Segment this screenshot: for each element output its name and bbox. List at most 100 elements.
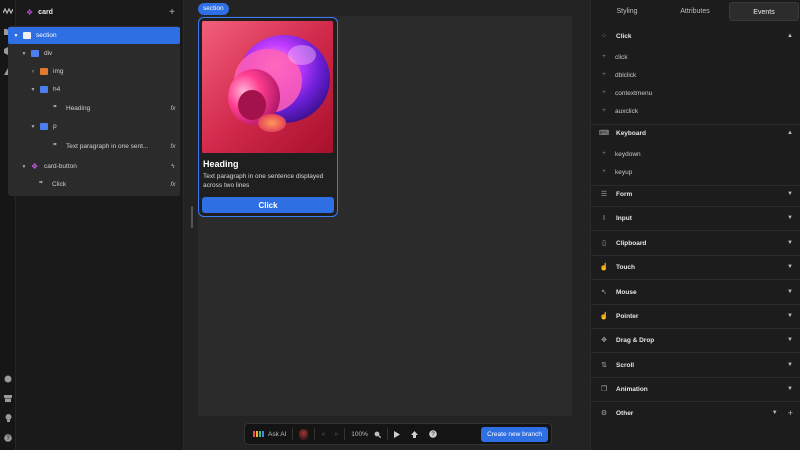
divider [292, 428, 294, 440]
add-layer-icon[interactable]: + [169, 7, 175, 18]
layer-label: card-button [44, 163, 77, 170]
layer-row-paragraph-text[interactable]: " Text paragraph in one sent... fx [8, 138, 180, 155]
section-header-mouse[interactable]: ↖ Mouse ▼ [591, 280, 800, 304]
events-section-input: I Input ▼ [591, 206, 800, 231]
chevron-down-icon[interactable]: ▼ [787, 362, 793, 368]
section-header-form[interactable]: ☰ Form ▼ [591, 182, 800, 206]
section-header-animation[interactable]: ❐ Animation ▼ [591, 377, 800, 401]
card-button[interactable]: Click [202, 197, 334, 213]
layer-row-h4[interactable]: ▼ h4 [8, 81, 180, 98]
text-cursor-icon: I [603, 214, 605, 222]
event-icon: + [602, 108, 606, 114]
store-icon[interactable] [3, 393, 13, 403]
help-icon[interactable]: ? [3, 433, 13, 443]
redo-icon[interactable]: » [334, 431, 338, 438]
caret-down-icon[interactable]: ▼ [20, 164, 28, 170]
section-header-scroll[interactable]: ⇅ Scroll ▼ [591, 353, 800, 377]
event-label: dblclick [615, 71, 637, 79]
section-header-other[interactable]: ⚙ Other ▼ + [591, 401, 800, 425]
bulb-icon[interactable] [3, 413, 13, 423]
section-title: Mouse [616, 288, 637, 296]
section-header-input[interactable]: I Input ▼ [591, 206, 800, 230]
tab-events[interactable]: Events [729, 2, 799, 21]
paragraph-tag-icon [40, 123, 48, 130]
caret-down-icon[interactable]: ▼ [20, 51, 28, 57]
layer-label: div [44, 50, 53, 57]
lightning-icon[interactable]: ϟ [166, 163, 180, 170]
event-item[interactable]: + auxclick [591, 102, 800, 120]
section-header-clipboard[interactable]: ▯ Clipboard ▼ [591, 231, 800, 255]
section-title: Scroll [616, 361, 635, 369]
layer-row-section[interactable]: ▼ section [8, 27, 180, 44]
events-section-scroll: ⇅ Scroll ▼ [591, 353, 800, 378]
caret-down-icon[interactable]: ▼ [29, 87, 37, 93]
event-item[interactable]: + contextmenu [591, 84, 800, 102]
caret-down-icon[interactable]: ▼ [29, 124, 37, 130]
section-title: Animation [616, 385, 648, 393]
section-header-drag-drop[interactable]: ✥ Drag & Drop ▼ [591, 328, 800, 352]
function-icon[interactable]: fx [166, 181, 180, 188]
tab-styling[interactable]: Styling [593, 2, 661, 21]
panel-resize-handle[interactable] [191, 206, 193, 228]
hand-icon: ☝ [599, 264, 609, 271]
play-icon[interactable] [393, 430, 400, 438]
text-quote-icon: " [39, 180, 43, 189]
function-icon[interactable]: fx [166, 105, 180, 112]
event-label: contextmenu [615, 89, 653, 97]
tab-attributes[interactable]: Attributes [661, 2, 729, 21]
layer-row-div[interactable]: ▼ div [8, 45, 180, 62]
component-title: card [38, 8, 53, 16]
event-item[interactable]: + keyup [591, 163, 800, 181]
events-section-touch: ☝ Touch ▼ [591, 255, 800, 280]
chevron-down-icon[interactable]: ▼ [787, 191, 793, 197]
layer-row-heading-text[interactable]: " Heading fx [8, 100, 180, 117]
card-heading[interactable]: Heading [203, 159, 239, 169]
event-label: auxclick [615, 107, 639, 115]
section-header-click[interactable]: ⁘ Click ▲ [591, 24, 800, 48]
card-paragraph[interactable]: Text paragraph in one sentence displayed… [203, 172, 331, 190]
add-event-icon[interactable]: + [788, 408, 793, 418]
event-icon: + [602, 90, 606, 96]
section-header-touch[interactable]: ☝ Touch ▼ [591, 255, 800, 279]
caret-down-icon[interactable]: ▼ [29, 69, 37, 75]
chevron-up-icon[interactable]: ▲ [787, 130, 793, 136]
events-section-mouse: ↖ Mouse ▼ [591, 280, 800, 305]
event-item[interactable]: + click [591, 48, 800, 66]
chevron-down-icon[interactable]: ▼ [787, 386, 793, 392]
logo-icon[interactable] [3, 6, 13, 16]
card-section[interactable]: Heading Text paragraph in one sentence d… [198, 17, 338, 217]
chevron-down-icon[interactable]: ▼ [787, 337, 793, 343]
layer-row-img[interactable]: ▼ img [8, 63, 180, 80]
upload-icon[interactable] [410, 430, 418, 438]
event-item[interactable]: + keydown [591, 145, 800, 163]
layer-row-p[interactable]: ▼ p [8, 118, 180, 135]
create-branch-button[interactable]: Create new branch [481, 426, 548, 442]
layer-row-card-button[interactable]: ▼ ❖ card-button ϟ [8, 158, 180, 175]
chevron-down-icon[interactable]: ▼ [787, 289, 793, 295]
section-header-pointer[interactable]: ☝ Pointer ▼ [591, 304, 800, 328]
layer-label: Text paragraph in one sent... [66, 143, 149, 150]
chevron-down-icon[interactable]: ▼ [787, 240, 793, 246]
layer-row-click-text[interactable]: " Click fx [8, 176, 180, 193]
event-item[interactable]: + dblclick [591, 66, 800, 84]
avatar[interactable] [299, 428, 309, 440]
caret-down-icon[interactable]: ▼ [12, 33, 20, 39]
palette-icon[interactable] [3, 374, 13, 384]
info-icon[interactable]: ? [429, 430, 437, 438]
chevron-down-icon[interactable]: ▼ [787, 313, 793, 319]
layer-label: Heading [66, 105, 91, 112]
events-section-clipboard: ▯ Clipboard ▼ [591, 231, 800, 256]
zoom-level[interactable]: 100% [351, 431, 368, 438]
function-icon[interactable]: fx [166, 143, 180, 150]
chevron-down-icon[interactable]: ▼ [787, 264, 793, 270]
section-header-keyboard[interactable]: ⌨ Keyboard ▲ [591, 121, 800, 145]
ask-ai-button[interactable]: Ask AI [253, 431, 286, 438]
chevron-down-icon[interactable]: ▼ [787, 215, 793, 221]
bottom-toolbar: Ask AI « » 100% ? Create new branch [244, 423, 552, 445]
undo-icon[interactable]: « [321, 431, 325, 438]
chevron-up-icon[interactable]: ▲ [787, 33, 793, 39]
layer-label: img [53, 68, 64, 75]
chevron-down-icon[interactable]: ▼ [772, 410, 778, 416]
card-image[interactable] [202, 21, 333, 153]
zoom-icon[interactable] [374, 431, 381, 438]
